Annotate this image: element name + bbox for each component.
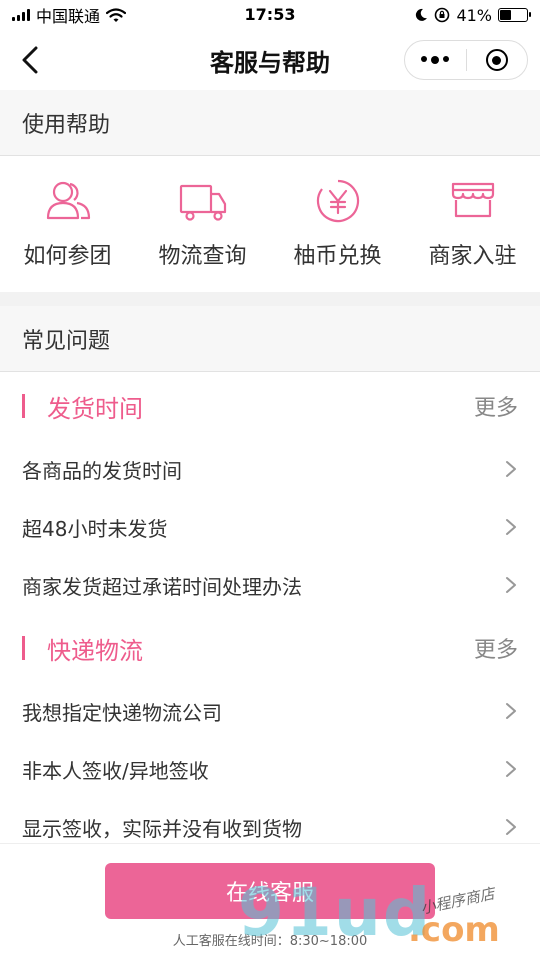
back-button[interactable]: [12, 42, 48, 78]
help-item-logistics[interactable]: 物流查询: [135, 156, 270, 292]
delivery-truck-icon: [179, 184, 226, 221]
chevron-right-icon: [506, 461, 516, 477]
question-item[interactable]: 超48小时未发货: [0, 498, 540, 556]
storefront-icon: [451, 182, 494, 218]
more-link[interactable]: 更多: [474, 390, 518, 422]
more-link[interactable]: 更多: [474, 632, 518, 664]
nav-bar: 客服与帮助: [0, 30, 540, 90]
help-section-title: 使用帮助: [0, 90, 540, 156]
category-header: 快递物流 更多: [0, 614, 540, 682]
category-marker: [22, 394, 25, 418]
help-grid: 如何参团 物流查询 柚币兑换 商家入驻: [0, 156, 540, 292]
chevron-right-icon: [506, 519, 516, 535]
footer: 在线客服 人工客服在线时间：8:30~18:00: [0, 843, 540, 960]
question-item[interactable]: 商家发货超过承诺时间处理办法: [0, 556, 540, 614]
rotation-lock-icon: [435, 7, 450, 23]
question-text: 商家发货超过承诺时间处理办法: [22, 574, 302, 599]
chevron-right-icon: [506, 819, 516, 835]
question-item[interactable]: 非本人签收/异地签收: [0, 740, 540, 798]
faq-section-title: 常见问题: [0, 306, 540, 372]
help-item-label: 物流查询: [158, 244, 247, 269]
wifi-icon: [106, 7, 127, 22]
question-text: 超48小时未发货: [22, 516, 168, 541]
status-left: 中国联通: [12, 3, 127, 27]
mini-program-capsule: [404, 40, 528, 80]
battery-icon: [498, 8, 531, 22]
moon-icon: [416, 8, 428, 21]
status-bar: 中国联通 17:53 41%: [0, 0, 540, 30]
help-item-merchant-join[interactable]: 商家入驻: [405, 156, 540, 292]
service-hours-text: 人工客服在线时间：8:30~18:00: [172, 934, 368, 949]
group-users-icon: [46, 181, 90, 220]
online-customer-service-button[interactable]: 在线客服: [105, 863, 435, 919]
more-dots-icon: [421, 56, 450, 64]
category-name: 发货时间: [47, 394, 143, 423]
target-circle-icon: [485, 49, 508, 71]
chevron-right-icon: [506, 577, 516, 593]
question-text: 显示签收，实际并没有收到货物: [22, 816, 302, 841]
question-text: 我想指定快递物流公司: [22, 700, 222, 725]
question-text: 非本人签收/异地签收: [22, 758, 209, 783]
category-header: 发货时间 更多: [0, 372, 540, 440]
chevron-right-icon: [506, 761, 516, 777]
faq-category-shipping-time: 发货时间 更多 各商品的发货时间 超48小时未发货 商家发货超过承诺时间处理办法: [0, 372, 540, 614]
more-menu-button[interactable]: [405, 41, 466, 79]
help-item-label: 商家入驻: [428, 244, 517, 269]
question-item[interactable]: 我想指定快递物流公司: [0, 682, 540, 740]
category-name: 快递物流: [47, 636, 143, 665]
question-item[interactable]: 各商品的发货时间: [0, 440, 540, 498]
yen-coin-icon: [316, 179, 359, 223]
category-title: 快递物流: [22, 631, 143, 666]
carrier-label: 中国联通: [36, 7, 101, 26]
question-text: 各商品的发货时间: [22, 458, 182, 483]
help-item-label: 如何参团: [23, 244, 112, 269]
status-right: 41%: [414, 5, 531, 25]
battery-percent: 41%: [456, 5, 492, 25]
faq-category-express-logistics: 快递物流 更多 我想指定快递物流公司 非本人签收/异地签收 显示签收，实际并没有…: [0, 614, 540, 856]
help-page: 中国联通 17:53 41% 客服与帮助 使用帮助 如何参团 物流查询 柚币兑换…: [0, 0, 540, 960]
category-marker: [22, 636, 25, 660]
category-title: 发货时间: [22, 389, 143, 424]
section-spacer: [0, 292, 540, 306]
close-mini-program-button[interactable]: [467, 41, 528, 79]
chevron-left-icon: [22, 46, 38, 74]
help-item-label: 柚币兑换: [293, 244, 382, 269]
help-item-join-group[interactable]: 如何参团: [0, 156, 135, 292]
signal-icon: [12, 9, 30, 21]
chevron-right-icon: [506, 703, 516, 719]
page-title: 客服与帮助: [210, 48, 330, 77]
help-item-coin-exchange[interactable]: 柚币兑换: [270, 156, 405, 292]
